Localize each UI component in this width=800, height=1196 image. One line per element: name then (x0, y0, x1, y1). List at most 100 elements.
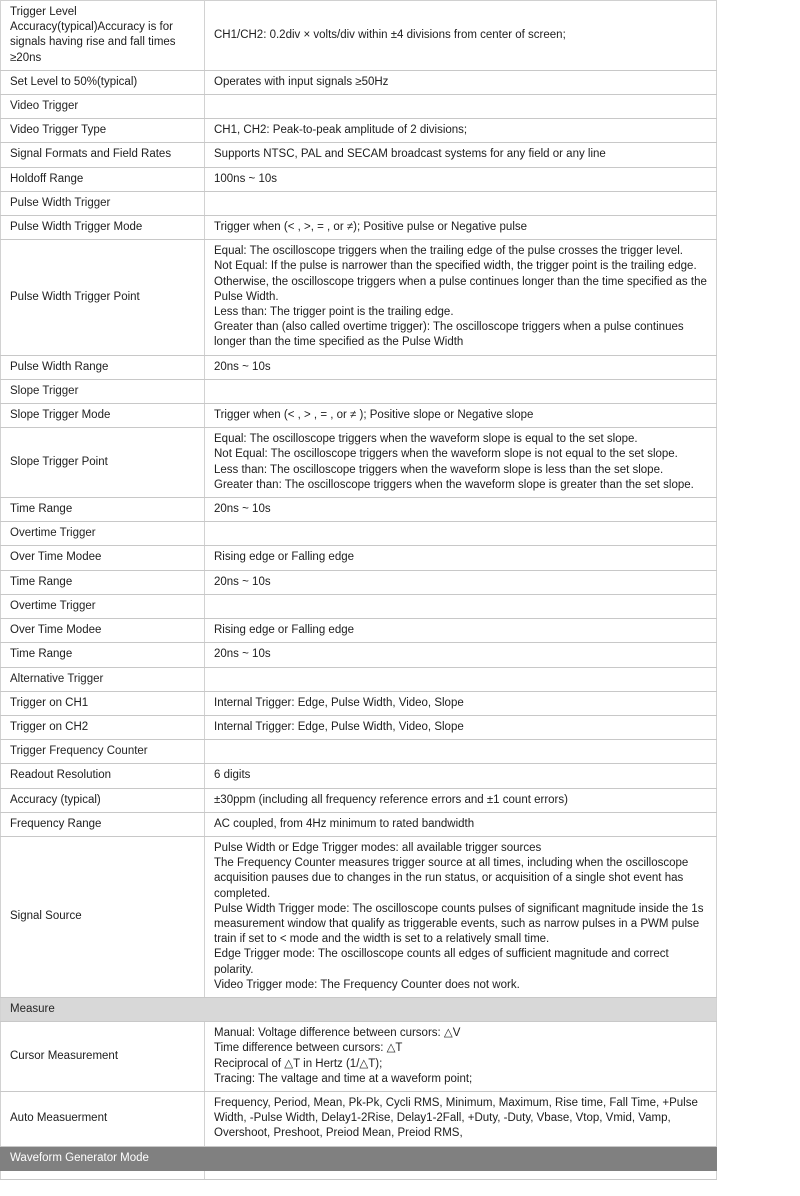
spec-value-cell: Internal Trigger: Edge, Pulse Width, Vid… (204, 690, 717, 716)
spec-row: Pulse Width Trigger Point Equal: The osci… (0, 239, 717, 356)
spec-label-cell: Accuracy (typical) (0, 787, 205, 813)
section-header-row: Overtime Trigger (0, 593, 717, 620)
section-header-value (204, 521, 717, 547)
spec-label-cell: Trigger on CH1 (0, 690, 205, 716)
section-header-row: Overtime Trigger (0, 521, 717, 547)
spec-label-cell: Time Range (0, 497, 205, 523)
spec-value-cell: 20ns ~ 10s (204, 569, 717, 595)
spec-value-cell: Rising edge or Falling edge (204, 545, 717, 571)
spec-label-cell: Video Trigger Type (0, 118, 205, 144)
spec-row: Signal Formats and Field Rates Supports N… (0, 142, 717, 168)
spec-value-cell: ±30ppm (including all frequency referenc… (204, 787, 717, 813)
spec-row: Trigger on CH1 Internal Trigger: Edge, Pu… (0, 690, 717, 716)
spec-row: Set Level to 50%(typical) Operates with i… (0, 69, 717, 96)
section-header-label: Overtime Trigger (0, 521, 205, 547)
spec-label-cell: Trigger on CH2 (0, 714, 205, 741)
section-header-row: Trigger Frequency Counter (0, 739, 717, 765)
spec-label-cell: Pulse Width Trigger Mode (0, 215, 205, 241)
section-header-row: Slope Trigger (0, 378, 717, 405)
spec-label-cell: Pulse Width Range (0, 354, 205, 380)
spec-value-cell: Pulse Width or Edge Trigger modes: all a… (204, 835, 717, 998)
section-header-row: Pulse Width Trigger (0, 190, 717, 217)
section-header-label: Alternative Trigger (0, 666, 205, 692)
spec-value-cell: Frequency, Period, Mean, Pk-Pk, Cycli RM… (204, 1090, 717, 1147)
spec-row: Trigger Level Accuracy(typical)Accuracy … (0, 0, 717, 71)
spec-label-cell: Trigger Level Accuracy(typical)Accuracy … (0, 0, 205, 71)
spec-row: Time Range 20ns ~ 10s (0, 569, 717, 595)
spec-row: Time Range 20ns ~ 10s (0, 497, 717, 523)
spec-value-cell: CH1/CH2: 0.2div × volts/div within ±4 di… (204, 0, 717, 71)
section-header-label: Pulse Width Trigger (0, 190, 205, 217)
spec-value-cell: CH1, CH2: Peak-to-peak amplitude of 2 di… (204, 118, 717, 144)
spec-label-cell: Over Time Modee (0, 545, 205, 571)
section-header-row: Measure (0, 996, 717, 1023)
spec-label-cell: Cursor Measurement (0, 1021, 205, 1092)
spec-value-cell: 20ns ~ 10s (204, 642, 717, 668)
spec-value-cell: 20ns ~ 10s (204, 497, 717, 523)
spec-label-cell: Auto Measuerment (0, 1090, 205, 1147)
spec-label-cell: Over Time Modee (0, 618, 205, 644)
spec-value-cell: AC coupled, from 4Hz minimum to rated ba… (204, 811, 717, 837)
section-header-value (204, 593, 717, 620)
spec-value-cell: Internal Trigger: Edge, Pulse Width, Vid… (204, 714, 717, 741)
spec-label-cell: Readout Resolution (0, 763, 205, 789)
spec-label-cell: Pulse Width Trigger Point (0, 239, 205, 356)
spec-row: Slope Trigger Mode Trigger when (< , > , … (0, 403, 717, 429)
section-header-row: Waveform Generator Mode (0, 1145, 717, 1171)
spec-label-cell: Slope Trigger Mode (0, 403, 205, 429)
spec-value-cell: 6 digits (204, 763, 717, 789)
section-header-value (204, 739, 717, 765)
spec-row: Signal Source Pulse Width or Edge Trigger… (0, 835, 717, 998)
spec-label-cell: Holdoff Range (0, 166, 205, 192)
spec-row: Pulse Width Range 20ns ~ 10s (0, 354, 717, 380)
section-header-full: Measure (0, 996, 717, 1023)
section-header-value (204, 94, 717, 120)
spec-value-cell: Operates with input signals ≥50Hz (204, 69, 717, 96)
spec-label-cell (0, 1169, 205, 1180)
spec-value-cell: Equal: The oscilloscope triggers when th… (204, 427, 717, 499)
section-header-full: Waveform Generator Mode (0, 1145, 717, 1171)
spec-label-cell: Signal Formats and Field Rates (0, 142, 205, 168)
section-header-value (204, 190, 717, 217)
section-header-label: Video Trigger (0, 94, 205, 120)
section-header-row: Alternative Trigger (0, 666, 717, 692)
spec-label-cell: Slope Trigger Point (0, 427, 205, 499)
spec-row: Over Time Modee Rising edge or Falling ed… (0, 545, 717, 571)
spec-row: Pulse Width Trigger Mode Trigger when (< … (0, 215, 717, 241)
spec-label-cell: Set Level to 50%(typical) (0, 69, 205, 96)
spec-value-cell: 100ns ~ 10s (204, 166, 717, 192)
spec-row: Accuracy (typical) ±30ppm (including all … (0, 787, 717, 813)
spec-row: Trigger on CH2 Internal Trigger: Edge, Pu… (0, 714, 717, 741)
section-header-label: Slope Trigger (0, 378, 205, 405)
spec-row: Slope Trigger Point Equal: The oscillosco… (0, 427, 717, 499)
section-header-value (204, 666, 717, 692)
spec-value-cell: Trigger when (< , > , = , or ≠ ); Positi… (204, 403, 717, 429)
spec-row: Video Trigger Type CH1, CH2: Peak-to-peak… (0, 118, 717, 144)
spec-row: Readout Resolution 6 digits (0, 763, 717, 789)
specification-table: Trigger Level Accuracy(typical)Accuracy … (0, 0, 717, 1180)
spec-value-cell: Trigger when (< , >, = , or ≠); Positive… (204, 215, 717, 241)
spec-label-cell: Time Range (0, 642, 205, 668)
spec-value-cell: Rising edge or Falling edge (204, 618, 717, 644)
spec-row: Auto Measuerment Frequency, Period, Mean,… (0, 1090, 717, 1147)
section-header-label: Overtime Trigger (0, 593, 205, 620)
spec-value-cell (204, 1169, 717, 1180)
spec-label-cell: Frequency Range (0, 811, 205, 837)
section-header-label: Trigger Frequency Counter (0, 739, 205, 765)
specification-page: Trigger Level Accuracy(typical)Accuracy … (0, 0, 800, 1196)
spec-row: Holdoff Range 100ns ~ 10s (0, 166, 717, 192)
spec-row: Cursor Measurement Manual: Voltage differ… (0, 1021, 717, 1092)
spec-label-cell: Signal Source (0, 835, 205, 998)
specification-table-body: Trigger Level Accuracy(typical)Accuracy … (0, 0, 717, 1180)
spec-value-cell: Manual: Voltage difference between curso… (204, 1021, 717, 1092)
section-header-row: Video Trigger (0, 94, 717, 120)
spec-row: Time Range 20ns ~ 10s (0, 642, 717, 668)
spec-value-cell: 20ns ~ 10s (204, 354, 717, 380)
spec-value-cell: Supports NTSC, PAL and SECAM broadcast s… (204, 142, 717, 168)
spec-row: Frequency Range AC coupled, from 4Hz mini… (0, 811, 717, 837)
spec-value-cell: Equal: The oscilloscope triggers when th… (204, 239, 717, 356)
spec-row: Over Time Modee Rising edge or Falling ed… (0, 618, 717, 644)
spec-row (0, 1169, 717, 1180)
spec-label-cell: Time Range (0, 569, 205, 595)
section-header-value (204, 378, 717, 405)
